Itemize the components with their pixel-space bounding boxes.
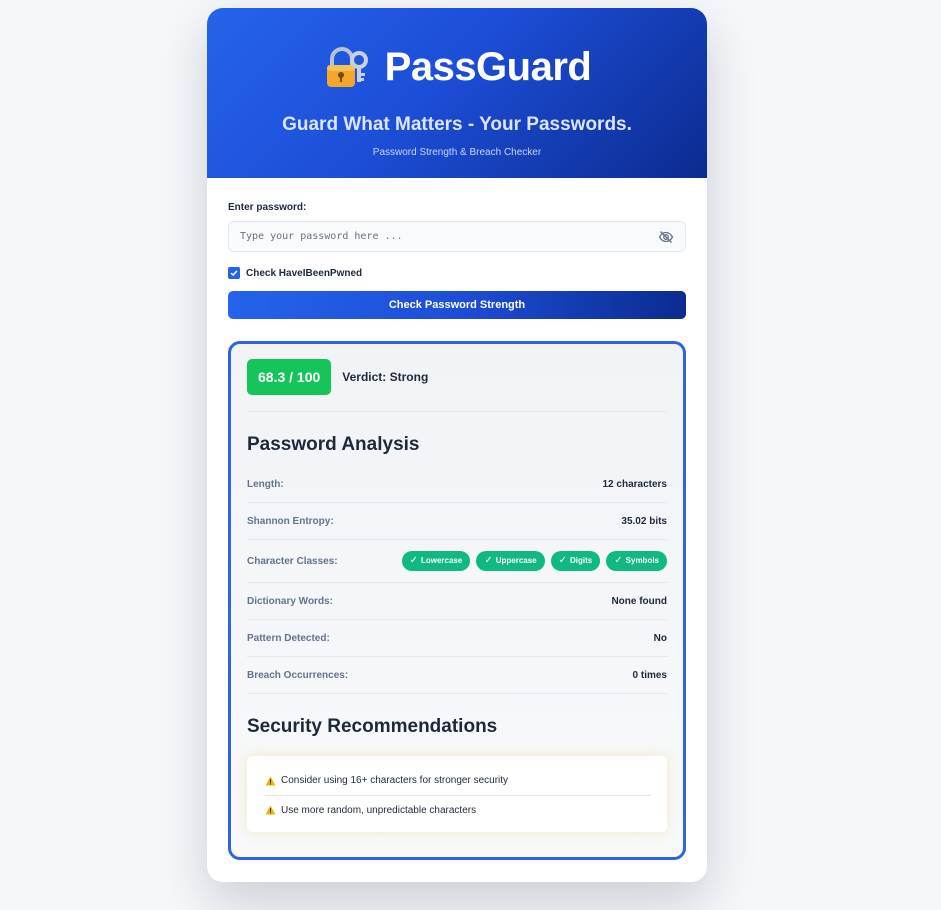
score-badge: 68.3 / 100 xyxy=(247,359,332,395)
divider xyxy=(247,411,667,412)
hibp-label[interactable]: Check HaveIBeenPwned xyxy=(246,268,362,279)
password-field xyxy=(228,221,686,252)
recommendation-item: Consider using 16+ characters for strong… xyxy=(265,766,651,795)
brand-row: PassGuard xyxy=(207,8,707,94)
analysis-row-entropy: Shannon Entropy: 35.02 bits xyxy=(247,503,667,540)
chip-uppercase: ✓ Uppercase xyxy=(476,551,545,571)
class-chips: ✓ Lowercase ✓ Uppercase ✓ Digits ✓ Symbols xyxy=(401,551,667,571)
recommendation-text: Use more random, unpredictable character… xyxy=(281,804,477,816)
row-value: 35.02 bits xyxy=(621,515,667,527)
row-label: Breach Occurrences: xyxy=(247,669,349,681)
chip-digits: ✓ Digits xyxy=(550,551,601,571)
eye-off-icon[interactable] xyxy=(658,229,674,245)
analysis-table: Length: 12 characters Shannon Entropy: 3… xyxy=(247,466,667,694)
score-row: 68.3 / 100 Verdict: Strong xyxy=(247,359,667,395)
chip-symbols: ✓ Symbols xyxy=(606,551,667,571)
analysis-row-dictionary: Dictionary Words: None found xyxy=(247,583,667,620)
check-icon: ✓ xyxy=(409,555,418,566)
row-value: None found xyxy=(611,595,667,607)
recommendation-text: Consider using 16+ characters for strong… xyxy=(281,775,509,786)
analysis-row-length: Length: 12 characters xyxy=(247,466,667,503)
analysis-row-breach: Breach Occurrences: 0 times xyxy=(247,657,667,694)
analysis-row-pattern: Pattern Detected: No xyxy=(247,620,667,657)
password-label: Enter password: xyxy=(228,202,307,213)
lock-with-key-icon xyxy=(323,45,369,91)
warning-icon xyxy=(265,775,276,786)
warning-icon xyxy=(265,805,276,815)
check-icon: ✓ xyxy=(614,555,623,566)
chip-label: Lowercase xyxy=(420,556,463,565)
row-value: 12 characters xyxy=(602,478,668,490)
check-icon: ✓ xyxy=(484,555,493,566)
passguard-card: PassGuard Guard What Matters - Your Pass… xyxy=(207,8,707,882)
row-label: Dictionary Words: xyxy=(247,595,333,607)
check-strength-button[interactable]: Check Password Strength xyxy=(228,291,686,319)
results-panel: 68.3 / 100 Verdict: Strong Password Anal… xyxy=(228,341,686,860)
chip-lowercase: ✓ Lowercase xyxy=(401,551,471,571)
row-label: Character Classes: xyxy=(247,555,338,567)
chip-label: Symbols xyxy=(625,556,659,565)
analysis-row-classes: Character Classes: ✓ Lowercase ✓ Uppercase… xyxy=(247,540,667,583)
hibp-option: Check HaveIBeenPwned xyxy=(228,266,686,280)
password-input[interactable] xyxy=(229,222,685,251)
recommendations-title: Security Recommendations xyxy=(247,716,498,737)
recommendation-item: Use more random, unpredictable character… xyxy=(265,795,651,824)
analysis-title: Password Analysis xyxy=(247,434,420,455)
verdict-text: Verdict: Strong xyxy=(342,370,429,384)
form-body: Enter password: Check HaveIBeenPwned Che… xyxy=(207,178,707,860)
recommendations-box: Consider using 16+ characters for strong… xyxy=(247,756,667,832)
row-value: 0 times xyxy=(632,669,667,681)
subtagline: Password Strength & Breach Checker xyxy=(372,147,542,158)
chip-label: Uppercase xyxy=(495,556,537,565)
hibp-checkbox[interactable] xyxy=(228,267,240,279)
row-label: Shannon Entropy: xyxy=(247,515,334,527)
row-label: Length: xyxy=(247,478,284,490)
row-value: No xyxy=(653,632,667,644)
chip-label: Digits xyxy=(570,556,593,565)
header-banner: PassGuard Guard What Matters - Your Pass… xyxy=(207,8,707,178)
checkmark-icon xyxy=(230,270,238,277)
row-label: Pattern Detected: xyxy=(247,632,330,644)
tagline: Guard What Matters - Your Passwords. xyxy=(282,114,632,135)
brand-title: PassGuard xyxy=(384,45,592,89)
check-icon: ✓ xyxy=(558,555,568,566)
